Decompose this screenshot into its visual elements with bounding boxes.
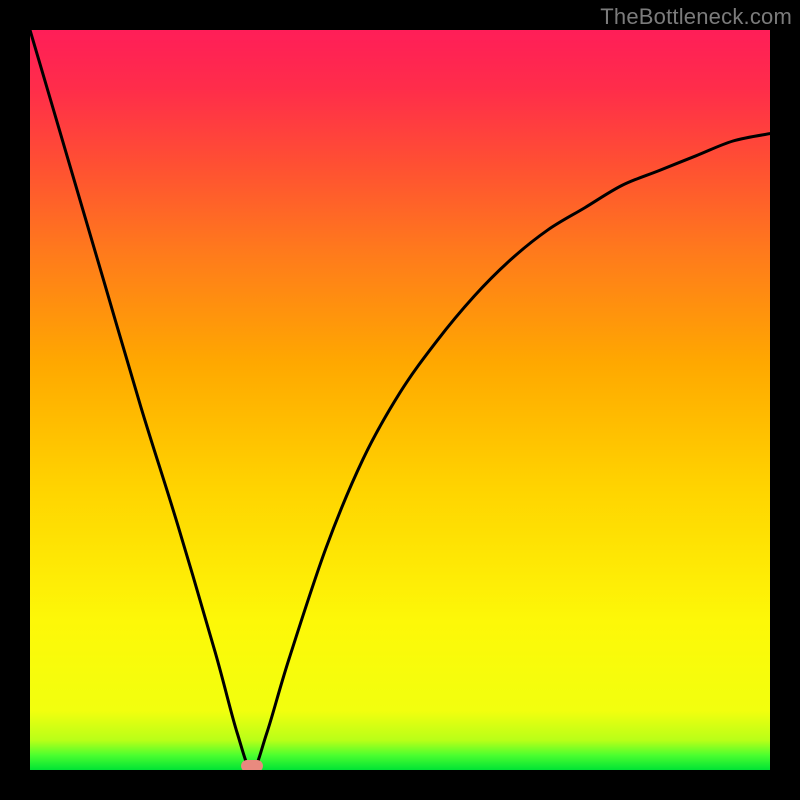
bottleneck-curve: [30, 30, 770, 770]
watermark-text: TheBottleneck.com: [600, 4, 792, 30]
curve-path: [30, 30, 770, 770]
plot-area: [30, 30, 770, 770]
minimum-marker: [241, 760, 263, 770]
chart-stage: TheBottleneck.com: [0, 0, 800, 800]
